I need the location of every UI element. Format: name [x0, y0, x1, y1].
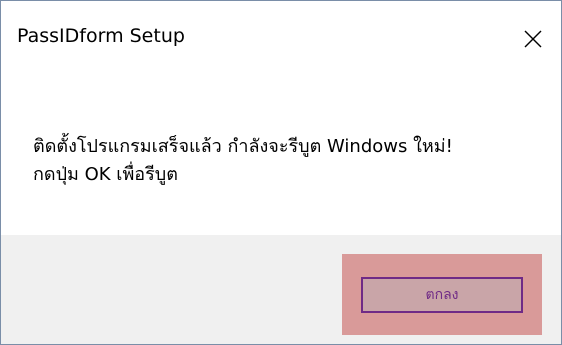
- button-highlight: ตกลง: [342, 254, 542, 335]
- message-line-2: กดปุ่ม OK เพื่อรีบูต: [33, 164, 178, 185]
- window-title: PassIDform Setup: [17, 25, 185, 47]
- setup-dialog: PassIDform Setup ติดตั้งโปรแกรมเสร็จแล้ว…: [0, 0, 562, 345]
- close-icon: [524, 30, 542, 48]
- dialog-body: ติดตั้งโปรแกรมเสร็จแล้ว กำลังจะรีบูต Win…: [1, 77, 561, 235]
- ok-button[interactable]: ตกลง: [361, 277, 523, 313]
- message-line-1: ติดตั้งโปรแกรมเสร็จแล้ว กำลังจะรีบูต Win…: [33, 136, 453, 157]
- message-text: ติดตั้งโปรแกรมเสร็จแล้ว กำลังจะรีบูต Win…: [33, 133, 543, 189]
- button-bar: ตกลง: [1, 235, 561, 344]
- close-button[interactable]: [505, 1, 561, 77]
- title-bar: PassIDform Setup: [1, 1, 561, 77]
